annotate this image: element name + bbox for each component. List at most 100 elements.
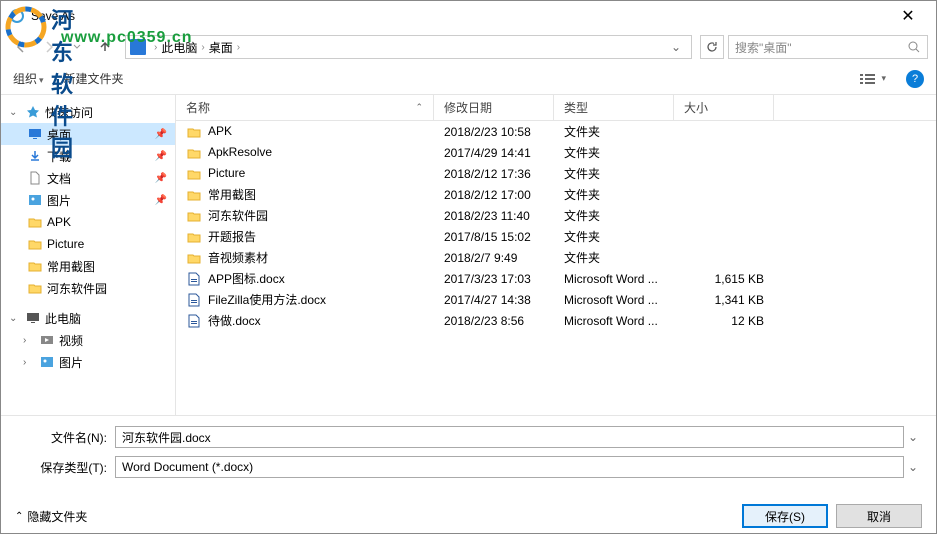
breadcrumb-dropdown[interactable]: ⌄ <box>665 40 687 54</box>
file-date: 2018/2/23 10:58 <box>434 125 554 139</box>
video-icon <box>39 334 55 346</box>
file-type: 文件夹 <box>554 249 674 266</box>
file-name: 待做.docx <box>208 314 261 328</box>
file-date: 2017/3/23 17:03 <box>434 272 554 286</box>
folder-icon <box>186 124 202 140</box>
breadcrumb-part[interactable]: 桌面 <box>209 39 233 56</box>
organize-button[interactable]: 组织▾ <box>13 70 44 87</box>
cancel-button[interactable]: 取消 <box>836 504 922 528</box>
navbar: › 此电脑 › 桌面 › ⌄ 搜索"桌面" <box>1 31 936 63</box>
column-size[interactable]: 大小 <box>674 95 774 120</box>
save-form: 文件名(N): ⌄ 保存类型(T): Word Document (*.docx… <box>1 415 936 496</box>
file-row[interactable]: 常用截图2018/2/12 17:00文件夹 <box>176 184 936 205</box>
chevron-right-icon: › <box>237 42 240 53</box>
file-row[interactable]: FileZilla使用方法.docx2017/4/27 14:38Microso… <box>176 289 936 310</box>
file-type: Microsoft Word ... <box>554 293 674 307</box>
file-date: 2018/2/12 17:00 <box>434 188 554 202</box>
save-button[interactable]: 保存(S) <box>742 504 828 528</box>
file-type: Microsoft Word ... <box>554 314 674 328</box>
file-type: 文件夹 <box>554 144 674 161</box>
docx-icon <box>186 271 202 287</box>
tree-videos[interactable]: ›视频 <box>1 329 175 351</box>
folder-icon <box>27 260 43 272</box>
tree-apk[interactable]: APK <box>1 211 175 233</box>
titlebar: Save As ✕ <box>1 1 936 31</box>
folder-icon <box>27 216 43 228</box>
pin-icon: 📌 <box>155 173 167 184</box>
folder-icon <box>186 250 202 266</box>
hide-folders-toggle[interactable]: ⌃ 隐藏文件夹 <box>15 508 87 525</box>
tree-desktop[interactable]: 桌面📌 <box>1 123 175 145</box>
folder-icon <box>27 282 43 294</box>
file-date: 2018/2/23 8:56 <box>434 314 554 328</box>
file-size: 1,341 KB <box>674 293 774 307</box>
up-button[interactable] <box>93 35 117 59</box>
column-type[interactable]: 类型 <box>554 95 674 120</box>
refresh-button[interactable] <box>700 35 724 59</box>
column-date[interactable]: 修改日期 <box>434 95 554 120</box>
file-name: APK <box>208 124 232 138</box>
picture-icon <box>27 194 43 206</box>
chevron-right-icon: › <box>201 42 204 53</box>
folder-icon <box>186 145 202 161</box>
file-size: 12 KB <box>674 314 774 328</box>
folder-icon <box>186 208 202 224</box>
help-button[interactable]: ? <box>906 70 924 88</box>
file-name: FileZilla使用方法.docx <box>208 293 326 307</box>
docx-icon <box>186 292 202 308</box>
docx-icon <box>186 313 202 329</box>
file-date: 2018/2/7 9:49 <box>434 251 554 265</box>
tree-documents[interactable]: 文档📌 <box>1 167 175 189</box>
search-icon <box>908 41 921 54</box>
file-type: Microsoft Word ... <box>554 272 674 286</box>
tree-pictures[interactable]: 图片📌 <box>1 189 175 211</box>
nav-tree[interactable]: ⌄快速访问 桌面📌 下载📌 文档📌 图片📌 APK Picture 常用截图 河… <box>1 95 176 415</box>
pin-icon: 📌 <box>155 151 167 162</box>
forward-button[interactable] <box>37 35 61 59</box>
document-icon <box>27 171 43 185</box>
file-date: 2017/4/29 14:41 <box>434 146 554 160</box>
filetype-dropdown[interactable]: ⌄ <box>904 460 922 474</box>
breadcrumb[interactable]: › 此电脑 › 桌面 › ⌄ <box>125 35 692 59</box>
tree-downloads[interactable]: 下载📌 <box>1 145 175 167</box>
close-button[interactable]: ✕ <box>888 6 928 26</box>
file-list[interactable]: 名称⌃ 修改日期 类型 大小 APK2018/2/23 10:58文件夹ApkR… <box>176 95 936 415</box>
file-name: 开题报告 <box>208 230 256 244</box>
file-name: 河东软件园 <box>208 209 268 223</box>
file-row[interactable]: Picture2018/2/12 17:36文件夹 <box>176 163 936 184</box>
column-name[interactable]: 名称⌃ <box>176 95 434 120</box>
view-options-button[interactable]: ▾ <box>859 72 886 86</box>
file-date: 2017/8/15 15:02 <box>434 230 554 244</box>
recent-dropdown[interactable] <box>65 35 89 59</box>
file-row[interactable]: 音视频素材2018/2/7 9:49文件夹 <box>176 247 936 268</box>
filename-dropdown[interactable]: ⌄ <box>904 430 922 444</box>
folder-icon <box>186 187 202 203</box>
filename-input[interactable] <box>115 426 904 448</box>
folder-icon <box>27 238 43 250</box>
new-folder-button[interactable]: 新建文件夹 <box>64 70 124 87</box>
tree-quick-access[interactable]: ⌄快速访问 <box>1 101 175 123</box>
file-row[interactable]: 待做.docx 2018/2/23 8:56Microsoft Word ...1… <box>176 310 936 331</box>
back-button[interactable] <box>9 35 33 59</box>
desktop-icon <box>27 128 43 140</box>
search-input[interactable]: 搜索"桌面" <box>728 35 928 59</box>
file-row[interactable]: 河东软件园2018/2/23 11:40文件夹 <box>176 205 936 226</box>
filetype-select[interactable]: Word Document (*.docx) <box>115 456 904 478</box>
view-icon <box>859 72 877 86</box>
tree-hedong[interactable]: 河东软件园 <box>1 277 175 299</box>
file-row[interactable]: APP图标.docx 2017/3/23 17:03Microsoft Word … <box>176 268 936 289</box>
tree-pictures2[interactable]: ›图片 <box>1 351 175 373</box>
tree-picture[interactable]: Picture <box>1 233 175 255</box>
search-placeholder: 搜索"桌面" <box>735 39 792 56</box>
tree-this-pc[interactable]: ⌄此电脑 <box>1 307 175 329</box>
star-icon <box>25 105 41 119</box>
file-row[interactable]: ApkResolve2017/4/29 14:41文件夹 <box>176 142 936 163</box>
tree-common-shot[interactable]: 常用截图 <box>1 255 175 277</box>
picture-icon <box>39 356 55 368</box>
file-row[interactable]: 开题报告2017/8/15 15:02文件夹 <box>176 226 936 247</box>
pin-icon: 📌 <box>155 195 167 206</box>
file-date: 2018/2/23 11:40 <box>434 209 554 223</box>
breadcrumb-part[interactable]: 此电脑 <box>161 39 197 56</box>
file-name: APP图标.docx <box>208 272 285 286</box>
file-row[interactable]: APK2018/2/23 10:58文件夹 <box>176 121 936 142</box>
